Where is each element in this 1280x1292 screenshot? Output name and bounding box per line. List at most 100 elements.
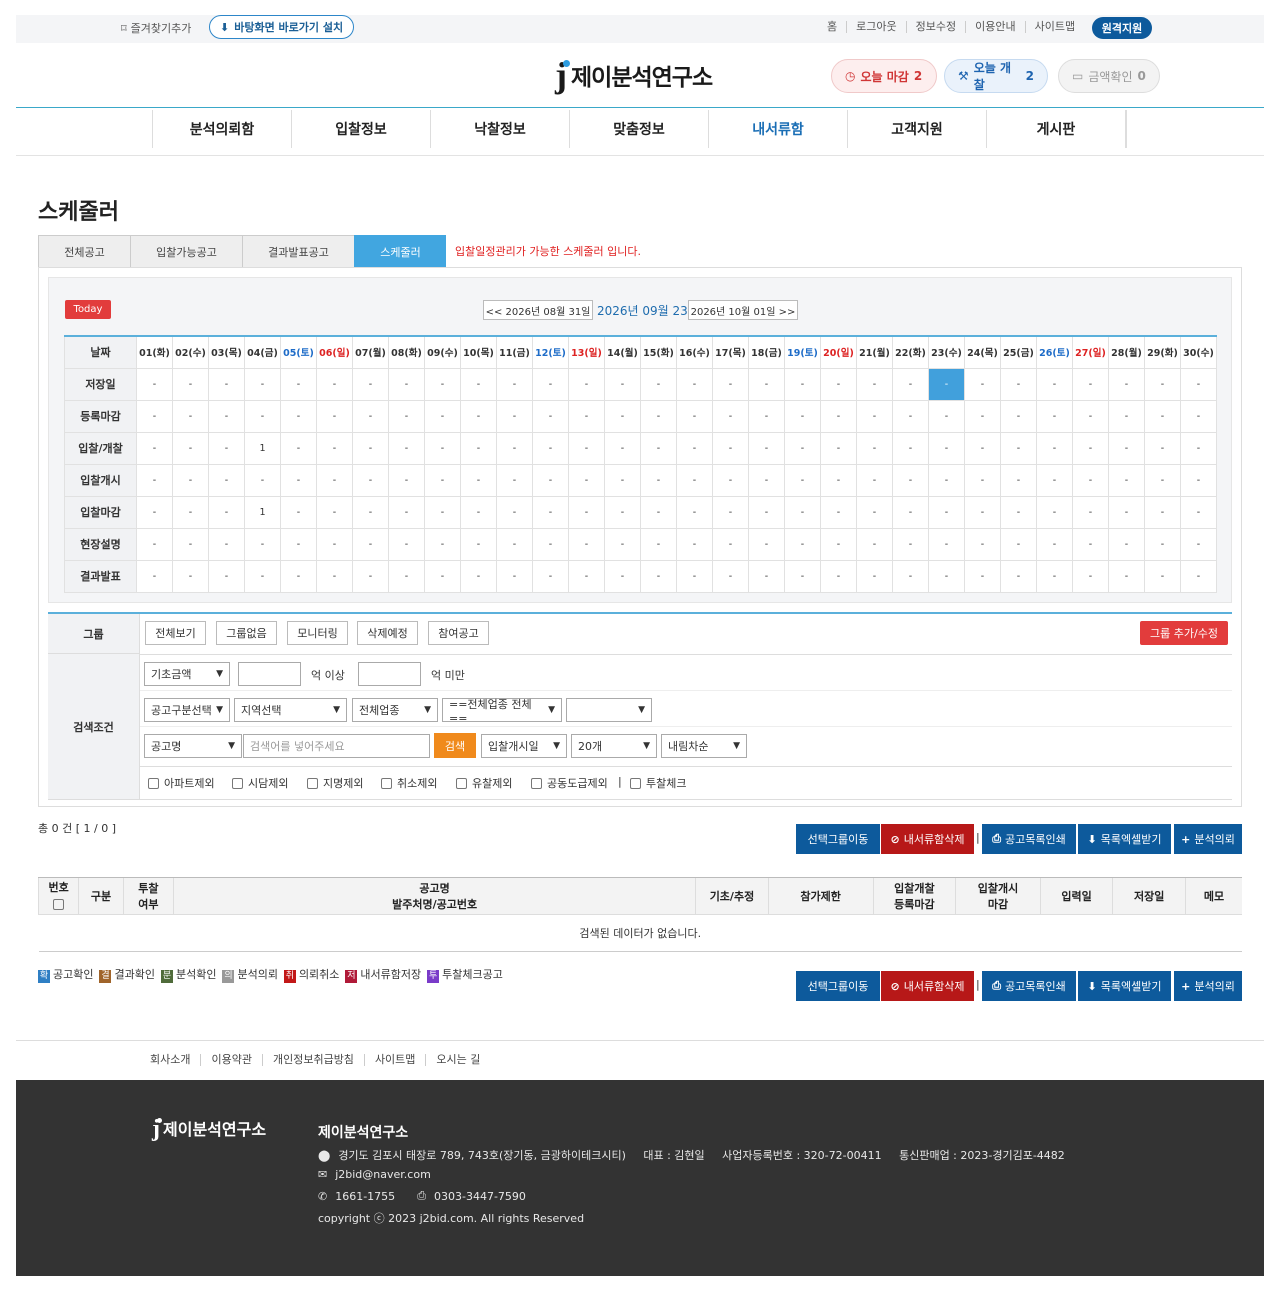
- calendar-cell[interactable]: -: [316, 495, 353, 529]
- calendar-cell[interactable]: -: [748, 367, 785, 401]
- calendar-cell[interactable]: -: [928, 399, 965, 433]
- calendar-cell[interactable]: -: [604, 559, 641, 593]
- calendar-cell[interactable]: -: [568, 399, 605, 433]
- action-button-4[interactable]: + 분석의뢰: [1174, 824, 1242, 854]
- search-button[interactable]: 검색: [434, 733, 476, 758]
- nav-item-3[interactable]: 맞춤정보: [569, 110, 708, 148]
- check-5[interactable]: 공동도급제외: [531, 775, 608, 791]
- industry-select[interactable]: 전체업종 ▼: [352, 698, 438, 722]
- calendar-cell[interactable]: -: [676, 495, 713, 529]
- calendar-cell[interactable]: -: [388, 431, 425, 465]
- calendar-cell[interactable]: -: [388, 463, 425, 497]
- calendar-cell[interactable]: -: [1036, 463, 1073, 497]
- calendar-cell[interactable]: -: [424, 559, 461, 593]
- checkbox[interactable]: [148, 777, 159, 789]
- calendar-cell[interactable]: -: [1180, 463, 1217, 497]
- amount-select[interactable]: 기초금액 ▼: [144, 662, 230, 686]
- prev-month-button[interactable]: << 2026년 08월 31일: [483, 300, 593, 320]
- calendar-cell[interactable]: -: [676, 431, 713, 465]
- calendar-cell[interactable]: -: [892, 431, 929, 465]
- calendar-cell[interactable]: -: [712, 431, 749, 465]
- calendar-cell[interactable]: -: [1000, 399, 1037, 433]
- calendar-cell[interactable]: -: [820, 559, 857, 593]
- calendar-cell[interactable]: -: [748, 431, 785, 465]
- amount-min-input[interactable]: [238, 662, 301, 686]
- calendar-cell[interactable]: -: [820, 431, 857, 465]
- select-all-checkbox[interactable]: [53, 899, 65, 910]
- calendar-cell[interactable]: -: [244, 399, 281, 433]
- calendar-cell[interactable]: -: [784, 399, 821, 433]
- calendar-cell[interactable]: -: [1036, 527, 1073, 561]
- calendar-cell[interactable]: -: [964, 367, 1001, 401]
- calendar-cell[interactable]: -: [172, 399, 209, 433]
- calendar-cell[interactable]: -: [316, 527, 353, 561]
- calendar-cell[interactable]: -: [1108, 399, 1145, 433]
- calendar-cell[interactable]: -: [856, 367, 893, 401]
- calendar-cell[interactable]: -: [532, 431, 569, 465]
- calendar-cell[interactable]: -: [568, 527, 605, 561]
- calendar-cell[interactable]: -: [424, 495, 461, 529]
- calendar-cell[interactable]: -: [928, 431, 965, 465]
- calendar-cell[interactable]: -: [316, 463, 353, 497]
- calendar-cell[interactable]: -: [532, 463, 569, 497]
- date-field-select[interactable]: 입찰개시일 ▼: [481, 734, 567, 758]
- calendar-cell[interactable]: -: [460, 495, 497, 529]
- calendar-cell[interactable]: -: [136, 399, 173, 433]
- calendar-cell[interactable]: -: [640, 495, 677, 529]
- calendar-cell[interactable]: -: [640, 527, 677, 561]
- calendar-cell[interactable]: -: [280, 495, 317, 529]
- calendar-cell[interactable]: -: [172, 367, 209, 401]
- calendar-cell[interactable]: -: [1036, 399, 1073, 433]
- site-logo[interactable]: j 제이분석연구소: [555, 57, 713, 93]
- calendar-cell[interactable]: -: [1108, 463, 1145, 497]
- action-button-0[interactable]: 선택그룹이동: [796, 824, 880, 854]
- calendar-cell[interactable]: -: [172, 495, 209, 529]
- notice-type-select[interactable]: 공고구분선택 ▼: [144, 698, 230, 722]
- search-field-select[interactable]: 공고명 ▼: [144, 734, 242, 758]
- calendar-cell[interactable]: -: [1000, 367, 1037, 401]
- calendar-cell[interactable]: 1: [244, 431, 281, 465]
- calendar-cell[interactable]: -: [1000, 463, 1037, 497]
- calendar-cell[interactable]: -: [136, 463, 173, 497]
- calendar-cell[interactable]: -: [532, 495, 569, 529]
- nav-item-1[interactable]: 입찰정보: [291, 110, 430, 148]
- check-6[interactable]: 투찰체크: [630, 775, 686, 791]
- calendar-cell[interactable]: -: [424, 431, 461, 465]
- calendar-cell[interactable]: -: [208, 399, 245, 433]
- calendar-cell[interactable]: -: [568, 559, 605, 593]
- group-all-button[interactable]: 전체보기: [145, 621, 206, 645]
- calendar-cell[interactable]: -: [496, 399, 533, 433]
- group-none-button[interactable]: 그룹없음: [216, 621, 277, 645]
- action-button-1[interactable]: ⊘ 내서류함삭제: [881, 971, 974, 1001]
- calendar-cell[interactable]: -: [352, 367, 389, 401]
- calendar-cell[interactable]: -: [892, 559, 929, 593]
- calendar-cell[interactable]: -: [1144, 367, 1181, 401]
- calendar-cell[interactable]: -: [352, 559, 389, 593]
- calendar-cell[interactable]: -: [604, 527, 641, 561]
- calendar-cell[interactable]: -: [964, 495, 1001, 529]
- today-deadline-button[interactable]: ◷ 오늘 마감 2: [831, 59, 937, 93]
- calendar-cell[interactable]: -: [388, 527, 425, 561]
- calendar-cell[interactable]: -: [280, 527, 317, 561]
- calendar-cell[interactable]: -: [532, 527, 569, 561]
- calendar-cell[interactable]: -: [568, 367, 605, 401]
- region-select[interactable]: 지역선택 ▼: [234, 698, 347, 722]
- calendar-cell[interactable]: -: [136, 527, 173, 561]
- calendar-cell[interactable]: -: [244, 559, 281, 593]
- tab-0[interactable]: 전체공고: [38, 235, 130, 268]
- calendar-cell[interactable]: -: [280, 431, 317, 465]
- calendar-cell[interactable]: -: [424, 527, 461, 561]
- group-edit-button[interactable]: 그룹 추가/수정: [1140, 621, 1228, 645]
- calendar-cell[interactable]: -: [640, 399, 677, 433]
- calendar-cell[interactable]: -: [1072, 431, 1109, 465]
- calendar-cell[interactable]: -: [496, 431, 533, 465]
- calendar-cell[interactable]: -: [1108, 559, 1145, 593]
- calendar-cell[interactable]: -: [784, 431, 821, 465]
- calendar-cell[interactable]: -: [712, 367, 749, 401]
- calendar-cell[interactable]: -: [676, 527, 713, 561]
- calendar-cell[interactable]: -: [1180, 399, 1217, 433]
- calendar-cell[interactable]: -: [784, 367, 821, 401]
- calendar-cell[interactable]: -: [208, 559, 245, 593]
- amount-check-button[interactable]: ▭ 금액확인 0: [1058, 59, 1160, 93]
- checkbox[interactable]: [232, 777, 243, 789]
